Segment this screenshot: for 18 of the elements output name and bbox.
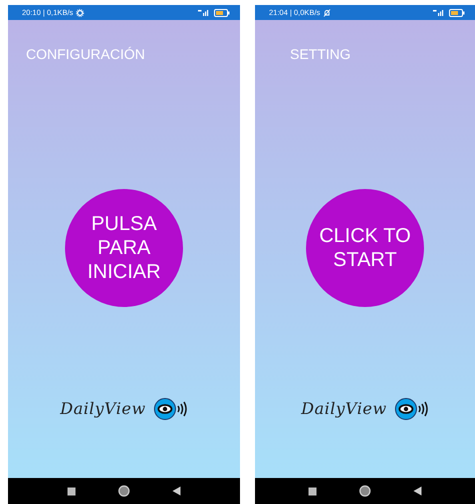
logo-text: DailyView	[301, 398, 387, 420]
start-button[interactable]: PULSA PARA INICIAR	[65, 189, 183, 307]
back-button[interactable]	[413, 486, 422, 496]
back-button[interactable]	[172, 486, 181, 496]
logo-text: DailyView	[60, 398, 146, 420]
recents-button[interactable]	[308, 486, 317, 496]
bell-off-icon	[323, 8, 332, 16]
battery-icon	[214, 8, 230, 16]
home-button[interactable]	[359, 485, 371, 497]
eye-logo-icon	[394, 398, 429, 420]
battery-icon	[449, 8, 465, 16]
home-button[interactable]	[118, 485, 130, 497]
signal-icon	[198, 9, 210, 16]
start-button[interactable]: CLICK TO START	[306, 189, 424, 307]
signal-icon	[433, 9, 445, 16]
gear-icon	[76, 8, 84, 16]
eye-logo-icon	[154, 398, 188, 420]
recents-button[interactable]	[67, 486, 76, 496]
